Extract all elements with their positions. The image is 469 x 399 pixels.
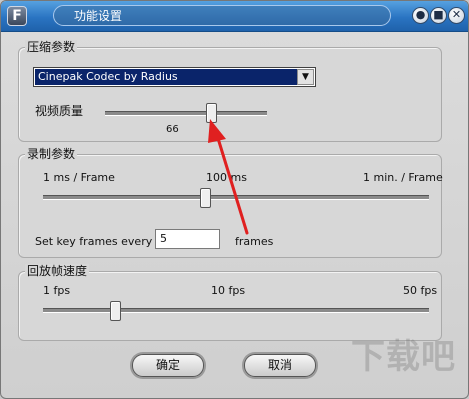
settings-dialog: F 功能设置 ● ■ ✕ 压缩参数 Cinepak Codec by Radiu… xyxy=(0,0,469,399)
watermark-logo: 下载吧 xyxy=(351,337,456,377)
